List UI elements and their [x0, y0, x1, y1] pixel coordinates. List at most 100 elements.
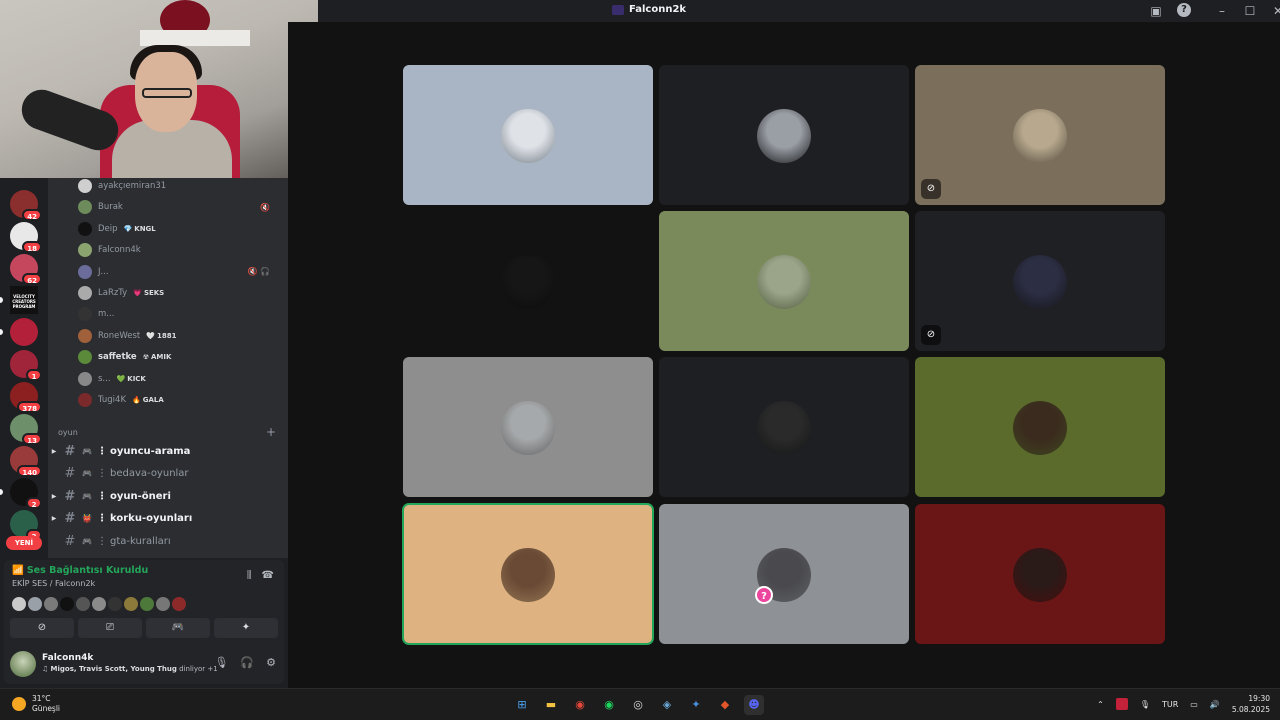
disconnect-icon[interactable]: ☎ — [262, 570, 274, 581]
file-explorer-icon[interactable]: ▬ — [541, 695, 561, 715]
channel-name: gta-kuralları — [110, 535, 171, 547]
participant-tile[interactable] — [659, 65, 909, 205]
participant-tile[interactable] — [403, 357, 653, 497]
discord-icon[interactable]: ☻ — [744, 695, 764, 715]
voice-user[interactable]: Deip 💎 KNGL — [78, 221, 278, 237]
participant-tile[interactable] — [659, 211, 909, 351]
avatar[interactable] — [76, 597, 90, 611]
voice-user[interactable]: Falconn4k — [78, 242, 278, 258]
server-icon[interactable]: 18 — [10, 222, 42, 253]
voice-user[interactable]: m... — [78, 306, 278, 322]
avatar[interactable] — [10, 651, 36, 677]
tray-app-icon[interactable] — [1115, 698, 1128, 710]
text-channel[interactable]: # 🎮 ⋮ bedava-oyunlar — [48, 464, 288, 484]
soundboard-button[interactable]: ✦ — [214, 618, 278, 638]
app-blue-icon[interactable]: ✦ — [686, 695, 706, 715]
maximize-button[interactable]: ☐ — [1242, 3, 1258, 19]
server-icon[interactable]: 13 — [10, 414, 42, 445]
server-icon[interactable]: 2 — [10, 510, 42, 541]
temperature: 31°C — [32, 694, 51, 703]
headphones-icon[interactable]: 🎧 — [240, 656, 254, 669]
participant-tile[interactable] — [915, 357, 1165, 497]
noise-suppression-icon[interactable]: ⫼ — [247, 570, 252, 581]
server-icon[interactable]: VELOCITY CREATORS PROGRAM — [10, 286, 38, 314]
volume-icon[interactable]: 🔊 — [1210, 700, 1220, 709]
help-icon[interactable]: ? — [1177, 3, 1191, 17]
participant-tile[interactable] — [403, 65, 653, 205]
tag-icon: 💚 — [116, 374, 126, 383]
weather-widget[interactable]: 31°C Güneşli — [12, 694, 60, 714]
camera-off-button[interactable]: ⊘ — [10, 618, 74, 638]
avatar[interactable] — [44, 597, 58, 611]
category-header[interactable]: oyun — [58, 428, 78, 437]
obs-icon[interactable]: ◎ — [628, 695, 648, 715]
participant-tile[interactable]: ? — [659, 504, 909, 644]
voice-user[interactable]: J... 🔇 🎧 — [78, 264, 278, 280]
participant-tile[interactable]: ⊘ — [915, 211, 1165, 351]
avatar[interactable] — [124, 597, 138, 611]
server-icon[interactable]: 62 — [10, 254, 42, 285]
participant-tile[interactable]: ⊘ — [915, 65, 1165, 205]
avatar[interactable] — [108, 597, 122, 611]
spotify-icon[interactable]: ◉ — [599, 695, 619, 715]
participant-tile[interactable] — [403, 211, 653, 351]
server-icon[interactable] — [10, 318, 38, 346]
new-servers-pill[interactable]: YENİ — [6, 536, 42, 550]
avatar[interactable] — [172, 597, 186, 611]
app-red-icon[interactable]: ◆ — [715, 695, 735, 715]
tag-icon: 🤍 — [146, 331, 155, 340]
server-icon[interactable]: 1 — [10, 350, 42, 381]
steam-icon[interactable]: ◈ — [657, 695, 677, 715]
inbox-icon[interactable]: ▣ — [1148, 3, 1164, 19]
avatar[interactable] — [140, 597, 154, 611]
text-channel[interactable]: ▶ # 👹 ⋮ korku-oyunları — [48, 509, 288, 529]
avatar — [78, 328, 92, 343]
server-icon[interactable]: 140 — [10, 446, 42, 477]
avatar[interactable] — [28, 597, 42, 611]
role-tag: 💗 SEKS — [133, 289, 164, 297]
add-channel-icon[interactable]: + — [266, 425, 276, 439]
activity-artists: Migos, Travis Scott, Young Thug — [50, 665, 177, 673]
unread-indicator: ▶ — [51, 515, 57, 523]
screen-share-button[interactable]: ⎚ — [78, 618, 142, 638]
voice-user-name: RoneWest — [98, 330, 141, 341]
voice-user[interactable]: saffetke ☢ AMIK — [78, 349, 278, 365]
clock[interactable]: 19:30 5.08.2025 — [1232, 693, 1270, 715]
avatar[interactable] — [92, 597, 106, 611]
chevron-up-icon[interactable]: ⌃ — [1097, 700, 1104, 709]
server-icon[interactable]: 378 — [10, 382, 42, 413]
windows-start-icon[interactable]: ⊞ — [512, 695, 532, 715]
voice-connected-status[interactable]: 📶 Ses Bağlantısı Kuruldu — [12, 565, 148, 576]
participant-tile[interactable] — [659, 357, 909, 497]
voice-user[interactable]: RoneWest 🤍 1881 — [78, 328, 278, 344]
chrome-icon[interactable]: ◉ — [570, 695, 590, 715]
language-indicator[interactable]: TUR — [1162, 700, 1178, 709]
voice-channel-name[interactable]: EKİP SES / Falconn2k — [12, 579, 95, 588]
tag-text: SEKS — [143, 289, 165, 297]
minimize-button[interactable]: – — [1214, 3, 1230, 19]
voice-user[interactable]: Burak 🔇 — [78, 199, 278, 215]
close-button[interactable]: ✕ — [1270, 3, 1280, 19]
voice-user[interactable]: ayakçıemiran31 — [78, 178, 278, 194]
settings-gear-icon[interactable]: ⚙ — [266, 656, 276, 669]
text-channel[interactable]: ▶ # 🎮 ⋮ oyun-öneri — [48, 486, 288, 506]
avatar[interactable] — [60, 597, 74, 611]
server-icon[interactable]: 42 — [10, 190, 42, 221]
microphone-icon[interactable]: 🎙 — [214, 656, 228, 669]
voice-user[interactable]: LaRzTy 💗 SEKS — [78, 285, 278, 301]
channel-sidebar: ayakçıemiran31 Burak 🔇 Deip 💎 KNGL Falconn4k J.… — [48, 178, 288, 558]
server-icon[interactable]: 2 — [10, 478, 42, 509]
participant-tile[interactable] — [915, 504, 1165, 644]
avatar[interactable] — [156, 597, 170, 611]
mic-tray-icon[interactable]: 🎙 — [1140, 700, 1150, 709]
voice-user[interactable]: s... 💚 KICK — [78, 371, 278, 387]
network-icon[interactable]: ▭ — [1190, 700, 1198, 709]
username[interactable]: Falconn4k — [42, 653, 93, 663]
sun-icon — [12, 697, 26, 711]
voice-user[interactable]: Tugi4K 🔥 GALA — [78, 392, 278, 408]
text-channel[interactable]: ▶ # 🎮 ⋮ oyuncu-arama — [48, 441, 288, 461]
avatar[interactable] — [12, 597, 26, 611]
activity-button[interactable]: 🎮 — [146, 618, 210, 638]
participant-tile[interactable] — [402, 503, 654, 645]
text-channel[interactable]: # 🎮 ⋮ gta-kuralları — [48, 531, 288, 551]
